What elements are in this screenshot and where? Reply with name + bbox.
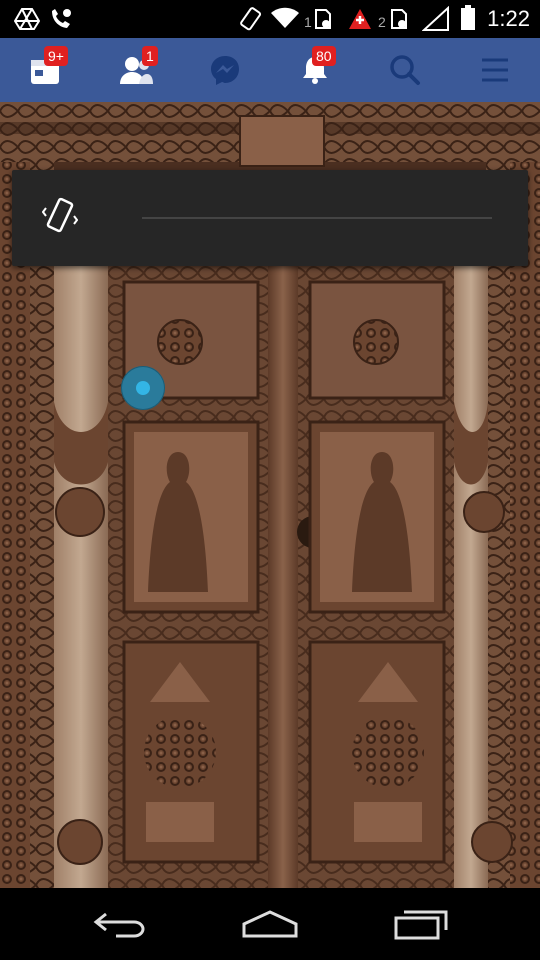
nav-menu[interactable] bbox=[450, 38, 540, 102]
nav-friend-requests[interactable]: 1 bbox=[90, 38, 180, 102]
signal-icon bbox=[421, 5, 450, 37]
battery-icon bbox=[460, 5, 476, 36]
messenger-icon bbox=[211, 56, 239, 85]
recents-icon[interactable] bbox=[392, 908, 452, 940]
nav-messenger[interactable] bbox=[180, 38, 270, 102]
notifications-badge: 80 bbox=[312, 46, 336, 66]
sim2-label: 2 bbox=[378, 14, 386, 30]
friends-badge: 1 bbox=[142, 46, 158, 66]
drive-icon bbox=[13, 8, 41, 35]
system-nav-bar bbox=[0, 888, 540, 960]
menu-icon bbox=[482, 58, 508, 82]
nav-notifications[interactable]: 80 bbox=[270, 38, 360, 102]
home-icon[interactable] bbox=[240, 908, 300, 940]
feed-badge: 9+ bbox=[44, 46, 68, 66]
sim2-icon bbox=[390, 8, 408, 35]
sim1-label: 1 bbox=[304, 14, 312, 30]
search-icon bbox=[390, 55, 420, 85]
vibrate-icon bbox=[238, 6, 264, 37]
clock: 1:22 bbox=[487, 6, 530, 31]
nav-news-feed[interactable]: 9+ bbox=[0, 38, 90, 102]
volume-overlay bbox=[12, 170, 528, 410]
nav-search[interactable] bbox=[360, 38, 450, 102]
phone-icon bbox=[48, 8, 74, 35]
volume-slider-thumb[interactable] bbox=[121, 366, 165, 410]
sim1-icon bbox=[314, 8, 332, 35]
alert-icon bbox=[348, 8, 372, 35]
back-icon[interactable] bbox=[92, 908, 148, 940]
vibrate-mode-icon[interactable] bbox=[41, 196, 79, 241]
status-bar: 1 2 1:22 bbox=[0, 0, 540, 38]
volume-track[interactable] bbox=[142, 217, 492, 219]
wifi-icon bbox=[270, 6, 300, 35]
facebook-nav-bar: 9+ 1 80 bbox=[0, 38, 540, 102]
volume-slider-dot bbox=[136, 381, 150, 395]
